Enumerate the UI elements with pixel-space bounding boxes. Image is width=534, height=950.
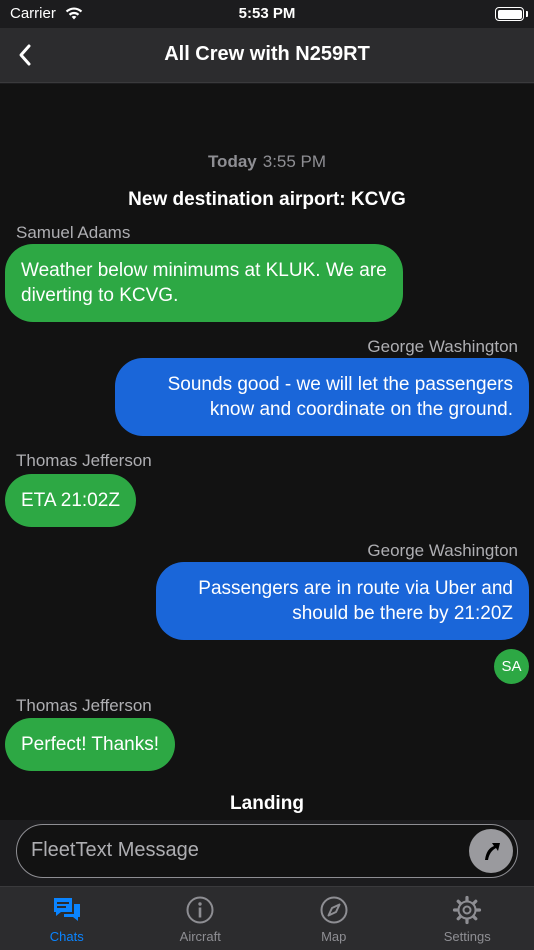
tab-bar: Chats Aircraft Map Settings xyxy=(0,886,534,950)
gear-icon xyxy=(453,895,482,925)
read-receipt-avatar: SA xyxy=(494,649,529,684)
tab-label: Settings xyxy=(443,929,491,944)
chat-bubbles-icon xyxy=(53,898,80,921)
status-message: Landing xyxy=(230,793,304,814)
send-arrow-icon xyxy=(485,843,500,860)
tab-chats[interactable]: Chats xyxy=(0,887,134,950)
navigation-bar: All Crew with N259RT xyxy=(0,28,534,83)
sender-name: George Washington xyxy=(367,337,518,356)
message-bubble-incoming[interactable]: Perfect! Thanks! xyxy=(5,718,175,771)
message-bubble-outgoing[interactable]: Passengers are in route via Uber and sho… xyxy=(156,562,529,640)
message-bubble-outgoing[interactable]: Sounds good - we will let the passengers… xyxy=(115,358,529,436)
date-time: 3:55 PM xyxy=(262,152,327,171)
date-day: Today xyxy=(207,152,257,171)
clock: 5:53 PM xyxy=(238,5,296,22)
status-bar: Carrier 5:53 PM xyxy=(0,0,534,28)
message-bubble-incoming[interactable]: Weather below minimums at KLUK. We are d… xyxy=(5,244,403,322)
tab-label: Aircraft xyxy=(179,929,221,944)
tab-label: Chats xyxy=(49,929,84,944)
sender-name: Thomas Jefferson xyxy=(16,696,152,715)
message-input[interactable] xyxy=(31,825,461,876)
tab-label: Map xyxy=(321,929,347,944)
tab-aircraft[interactable]: Aircraft xyxy=(134,887,268,950)
tab-map[interactable]: Map xyxy=(267,887,401,950)
chat-title: All Crew with N259RT xyxy=(164,43,370,65)
sender-name: Thomas Jefferson xyxy=(16,451,152,470)
date-stamp: Today 3:55 PM xyxy=(0,152,534,172)
system-message: New destination airport: KCVG xyxy=(128,189,406,210)
send-button[interactable] xyxy=(469,829,513,873)
sender-name: George Washington xyxy=(367,541,518,560)
sender-name: Samuel Adams xyxy=(16,223,131,242)
battery-tip xyxy=(526,11,528,17)
info-circle-icon xyxy=(186,896,214,924)
tab-settings[interactable]: Settings xyxy=(401,887,534,950)
message-bubble-incoming[interactable]: ETA 21:02Z xyxy=(5,474,136,527)
message-composer xyxy=(16,824,518,878)
battery-icon xyxy=(495,7,524,21)
compass-icon xyxy=(320,896,348,924)
message-list[interactable]: Today 3:55 PM New destination airport: KC… xyxy=(0,84,534,820)
